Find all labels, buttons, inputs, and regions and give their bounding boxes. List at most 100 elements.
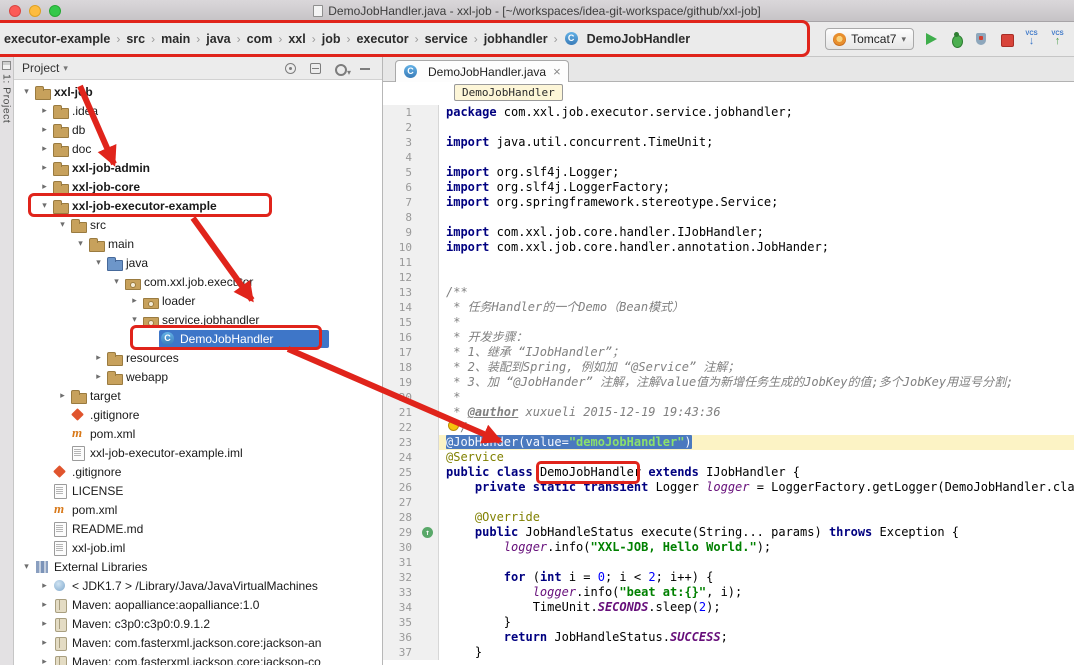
run-config-selector[interactable]: Tomcat7 ▾ (825, 28, 914, 50)
expanded-arrow-icon[interactable]: ▾ (128, 314, 141, 325)
breadcrumb-item[interactable]: jobhandler (482, 30, 550, 48)
tree-item[interactable]: ▾com.xxl.job.executor (14, 272, 382, 291)
collapse-all-icon[interactable] (309, 62, 322, 75)
code-line[interactable]: 20 * (383, 390, 1074, 405)
class-name-chip[interactable]: DemoJobHandler (454, 84, 563, 101)
code-line[interactable]: 35 } (383, 615, 1074, 630)
chevron-down-icon[interactable]: ▾ (63, 63, 68, 74)
tree-item[interactable]: ▾src (14, 215, 382, 234)
collapsed-arrow-icon[interactable]: ▸ (38, 637, 51, 648)
code-line[interactable]: 17 * 1、继承 “IJobHandler”； (383, 345, 1074, 360)
code-line[interactable]: 6import org.slf4j.LoggerFactory; (383, 180, 1074, 195)
code-line[interactable]: 31 (383, 555, 1074, 570)
tree-item[interactable]: ▸Maven: com.fasterxml.jackson.core:jacks… (14, 633, 382, 652)
close-tab-icon[interactable]: × (553, 64, 561, 79)
breadcrumb-item[interactable]: xxl (286, 30, 307, 48)
collapsed-arrow-icon[interactable]: ▸ (38, 124, 51, 135)
code-line[interactable]: 10import com.xxl.job.core.handler.annota… (383, 240, 1074, 255)
locate-icon[interactable] (284, 62, 297, 75)
tree-item[interactable]: ▾xxl-job-executor-example (14, 196, 382, 215)
collapsed-arrow-icon[interactable]: ▸ (128, 295, 141, 306)
code-line[interactable]: 2 (383, 120, 1074, 135)
code-line[interactable]: 28 @Override (383, 510, 1074, 525)
expanded-arrow-icon[interactable]: ▾ (110, 276, 123, 287)
code-line[interactable]: 3import java.util.concurrent.TimeUnit; (383, 135, 1074, 150)
tree-item[interactable]: ▸Maven: com.fasterxml.jackson.core:jacks… (14, 652, 382, 665)
expanded-arrow-icon[interactable]: ▾ (20, 561, 33, 572)
tree-item[interactable]: ▸doc (14, 139, 382, 158)
collapsed-arrow-icon[interactable]: ▸ (38, 599, 51, 610)
code-line[interactable]: 12 (383, 270, 1074, 285)
code-line[interactable]: 30 logger.info("XXL-JOB, Hello World."); (383, 540, 1074, 555)
tree-item[interactable]: ▸Maven: aopalliance:aopalliance:1.0 (14, 595, 382, 614)
code-line[interactable]: 16 * 开发步骤： (383, 330, 1074, 345)
panel-title[interactable]: Project (22, 61, 59, 75)
breadcrumb-item[interactable]: java (204, 30, 232, 48)
tree-item[interactable]: pom.xml (14, 500, 382, 519)
override-arrow-icon[interactable]: ↑ (422, 527, 433, 538)
collapsed-arrow-icon[interactable]: ▸ (56, 390, 69, 401)
breadcrumb-item[interactable]: service (423, 30, 470, 48)
expanded-arrow-icon[interactable]: ▾ (74, 238, 87, 249)
tree-item[interactable]: ▸loader (14, 291, 382, 310)
code-line[interactable]: 19 * 3、加 “@JobHander” 注解，注解value值为新增任务生成… (383, 375, 1074, 390)
code-line[interactable]: 4 (383, 150, 1074, 165)
tree-item[interactable]: .gitignore (14, 462, 382, 481)
code-line[interactable]: 5import org.slf4j.Logger; (383, 165, 1074, 180)
vcs-commit-icon[interactable] (1049, 31, 1066, 47)
code-line[interactable]: 21 * @author xuxueli 2015-12-19 19:43:36 (383, 405, 1074, 420)
close-button[interactable] (9, 5, 21, 17)
tree-item[interactable]: ▸webapp (14, 367, 382, 386)
code-line[interactable]: 26 private static transient Logger logge… (383, 480, 1074, 495)
tree-item[interactable]: ▸target (14, 386, 382, 405)
code-line[interactable]: 34 TimeUnit.SECONDS.sleep(2); (383, 600, 1074, 615)
code-line[interactable]: 9import com.xxl.job.core.handler.IJobHan… (383, 225, 1074, 240)
breadcrumb-item[interactable]: main (159, 30, 192, 48)
collapsed-arrow-icon[interactable]: ▸ (38, 143, 51, 154)
collapsed-arrow-icon[interactable]: ▸ (38, 105, 51, 116)
collapsed-arrow-icon[interactable]: ▸ (38, 162, 51, 173)
zoom-button[interactable] (49, 5, 61, 17)
tree-item[interactable]: ▸xxl-job-core (14, 177, 382, 196)
tree-item[interactable]: ▸.idea (14, 101, 382, 120)
code-line[interactable]: 1package com.xxl.job.executor.service.jo… (383, 105, 1074, 120)
code-line[interactable]: 33 logger.info("beat at:{}", i); (383, 585, 1074, 600)
code-line[interactable]: 14 * 任务Handler的一个Demo（Bean模式） (383, 300, 1074, 315)
intention-bulb-icon[interactable] (448, 420, 459, 431)
coverage-icon[interactable] (973, 31, 989, 47)
code-line[interactable]: 23@JobHander(value="demoJobHandler") (383, 435, 1074, 450)
code-line[interactable]: 11 (383, 255, 1074, 270)
tree-item[interactable]: DemoJobHandler (14, 329, 382, 348)
code-line[interactable]: 15 * (383, 315, 1074, 330)
code-line[interactable]: 25public class DemoJobHandler extends IJ… (383, 465, 1074, 480)
code-line[interactable]: 8 (383, 210, 1074, 225)
code-area[interactable]: 1package com.xxl.job.executor.service.jo… (383, 103, 1074, 665)
code-line[interactable]: 18 * 2、装配到Spring, 例如加 “@Service” 注解； (383, 360, 1074, 375)
code-line[interactable]: 27 (383, 495, 1074, 510)
code-line[interactable]: 36 return JobHandleStatus.SUCCESS; (383, 630, 1074, 645)
tree-item[interactable]: pom.xml (14, 424, 382, 443)
code-line[interactable]: 22 */ (383, 420, 1074, 435)
tree-item[interactable]: ▸resources (14, 348, 382, 367)
breadcrumb-item[interactable]: job (320, 30, 343, 48)
code-line[interactable]: 29↑ public JobHandleStatus execute(Strin… (383, 525, 1074, 540)
expanded-arrow-icon[interactable]: ▾ (56, 219, 69, 230)
code-line[interactable]: 13/** (383, 285, 1074, 300)
tree-item[interactable]: ▸db (14, 120, 382, 139)
debug-bug-icon[interactable] (948, 31, 964, 47)
tree-item[interactable]: ▾java (14, 253, 382, 272)
code-line[interactable]: 24@Service (383, 450, 1074, 465)
breadcrumb-item[interactable]: com (245, 30, 275, 48)
tree-item[interactable]: LICENSE (14, 481, 382, 500)
tree-item[interactable]: ▸Maven: c3p0:c3p0:0.9.1.2 (14, 614, 382, 633)
run-play-icon[interactable] (923, 31, 939, 47)
tree-item[interactable]: .gitignore (14, 405, 382, 424)
collapsed-arrow-icon[interactable]: ▸ (38, 580, 51, 591)
breadcrumb-item[interactable]: executor (354, 30, 410, 48)
breadcrumb-item[interactable]: executor-example (2, 30, 112, 48)
expanded-arrow-icon[interactable]: ▾ (92, 257, 105, 268)
vcs-update-icon[interactable] (1023, 31, 1040, 47)
code-line[interactable]: 37 } (383, 645, 1074, 660)
stop-icon[interactable] (998, 31, 1014, 47)
tree-item[interactable]: ▾xxl-job (14, 82, 382, 101)
